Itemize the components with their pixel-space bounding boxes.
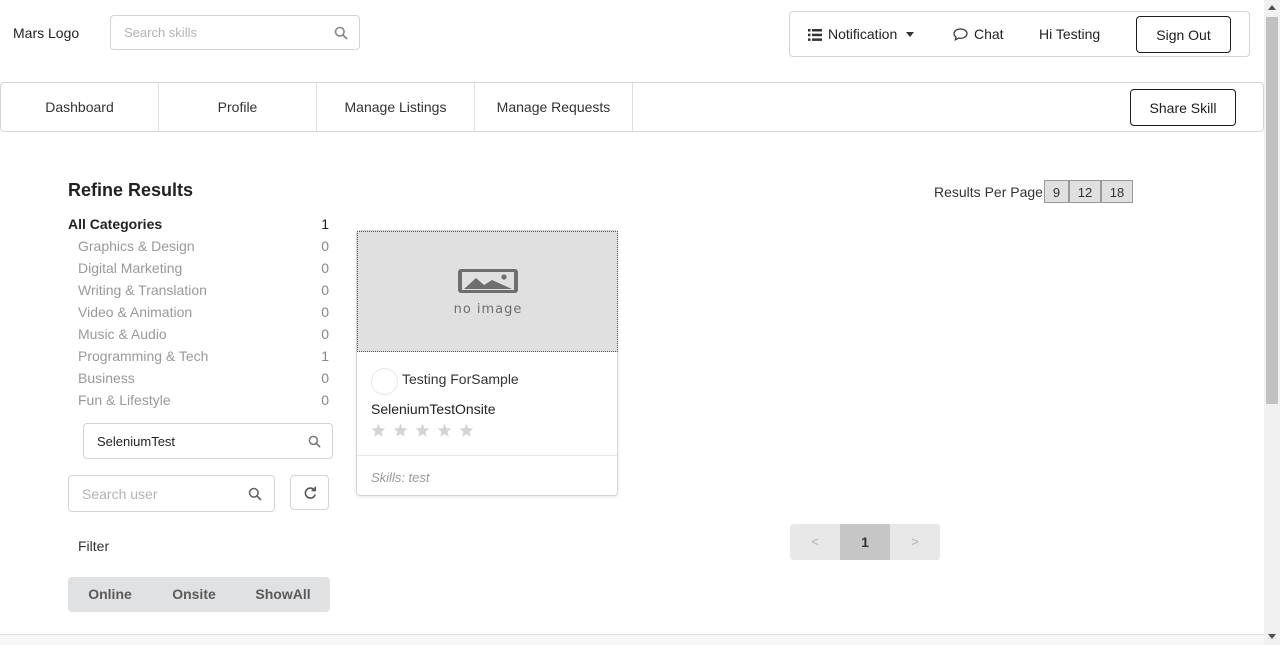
search-skills-box — [110, 15, 360, 50]
star-rating — [371, 423, 477, 439]
subcategory-search-input[interactable] — [84, 424, 294, 458]
category-name: Video & Animation — [78, 304, 193, 320]
chat-bubble-icon — [953, 28, 968, 41]
refresh-icon — [304, 486, 316, 499]
no-image-icon: no image — [454, 269, 523, 317]
vertical-scrollbar[interactable] — [1264, 0, 1280, 645]
notification-dropdown[interactable]: Notification — [808, 12, 915, 58]
category-name: Business — [78, 370, 135, 386]
top-menu: Notification Chat Hi Testing Sign Out — [789, 11, 1250, 57]
category-count: 0 — [321, 260, 329, 276]
search-icon[interactable] — [308, 435, 321, 451]
category-music-audio[interactable]: Music & Audio 0 — [68, 326, 329, 348]
main-nav: Dashboard Profile Manage Listings Manage… — [0, 82, 1264, 132]
category-name: Music & Audio — [78, 326, 167, 342]
star-icon[interactable] — [393, 423, 408, 437]
pagination: < 1 > — [790, 524, 940, 560]
mars-logo[interactable]: Mars Logo — [13, 25, 79, 41]
page-1-button[interactable]: 1 — [840, 524, 890, 560]
notification-label: Notification — [828, 26, 898, 42]
user-search-box — [68, 475, 275, 512]
filter-showall-button[interactable]: ShowAll — [236, 577, 330, 612]
avatar[interactable] — [371, 368, 398, 395]
subcategory-search-box — [83, 423, 333, 459]
category-programming-tech[interactable]: Programming & Tech 1 — [68, 348, 329, 370]
prev-page-button[interactable]: < — [790, 524, 840, 560]
category-count: 1 — [321, 216, 329, 232]
star-icon[interactable] — [459, 423, 474, 437]
search-user-input[interactable] — [69, 476, 239, 511]
chat-link[interactable]: Chat — [953, 12, 1004, 56]
category-business[interactable]: Business 0 — [68, 370, 329, 392]
per-page-18-button[interactable]: 18 — [1101, 180, 1133, 203]
search-icon[interactable] — [334, 26, 348, 40]
refresh-button[interactable] — [290, 475, 329, 510]
search-icon[interactable] — [248, 487, 262, 504]
results-per-page-label: Results Per Page : — [934, 184, 1051, 200]
tab-profile[interactable]: Profile — [159, 83, 317, 131]
per-page-9-button[interactable]: 9 — [1044, 180, 1069, 203]
category-graphics-design[interactable]: Graphics & Design 0 — [68, 238, 329, 260]
category-name: Graphics & Design — [78, 238, 195, 254]
star-icon[interactable] — [415, 423, 430, 437]
next-page-button[interactable]: > — [890, 524, 940, 560]
category-count: 1 — [321, 348, 329, 364]
tab-manage-listings[interactable]: Manage Listings — [317, 83, 475, 131]
category-name: All Categories — [68, 216, 163, 232]
scroll-up-arrow-icon[interactable] — [1268, 5, 1276, 10]
refine-results-title: Refine Results — [68, 180, 194, 200]
card-image-placeholder[interactable]: no image — [357, 231, 618, 352]
category-name: Programming & Tech — [78, 348, 209, 364]
card-divider — [357, 455, 617, 456]
category-name: Writing & Translation — [78, 282, 207, 298]
star-icon[interactable] — [371, 423, 386, 437]
card-user-name[interactable]: Testing ForSample — [402, 371, 519, 387]
category-name: Fun & Lifestyle — [78, 392, 171, 408]
sign-out-button[interactable]: Sign Out — [1136, 16, 1231, 53]
category-digital-marketing[interactable]: Digital Marketing 0 — [68, 260, 329, 282]
category-count: 0 — [321, 326, 329, 342]
card-title[interactable]: SeleniumTestOnsite — [371, 401, 496, 417]
tab-dashboard[interactable]: Dashboard — [1, 83, 159, 131]
filter-button-group: Online Onsite ShowAll — [68, 577, 330, 612]
per-page-12-button[interactable]: 12 — [1069, 180, 1101, 203]
share-skill-button[interactable]: Share Skill — [1130, 89, 1236, 126]
scroll-down-arrow-icon[interactable] — [1268, 634, 1276, 639]
user-greeting[interactable]: Hi Testing — [1039, 12, 1100, 56]
category-count: 0 — [321, 370, 329, 386]
card-skills: Skills: test — [371, 470, 430, 485]
category-count: 0 — [321, 238, 329, 254]
category-count: 0 — [321, 282, 329, 298]
tab-manage-requests[interactable]: Manage Requests — [475, 83, 633, 131]
filter-online-button[interactable]: Online — [68, 577, 152, 612]
category-count: 0 — [321, 392, 329, 408]
category-fun-lifestyle[interactable]: Fun & Lifestyle 0 — [68, 392, 329, 414]
page-bottom-edge — [0, 634, 1264, 645]
filter-onsite-button[interactable]: Onsite — [152, 577, 236, 612]
skill-card[interactable]: no image Testing ForSample SeleniumTestO… — [356, 230, 618, 496]
category-all[interactable]: All Categories 1 — [68, 216, 329, 238]
star-icon[interactable] — [437, 423, 452, 437]
filter-label: Filter — [78, 538, 110, 554]
category-count: 0 — [321, 304, 329, 320]
category-video-animation[interactable]: Video & Animation 0 — [68, 304, 329, 326]
chat-label: Chat — [974, 26, 1004, 42]
scrollbar-thumb[interactable] — [1266, 17, 1278, 404]
no-image-label: no image — [454, 302, 523, 317]
category-name: Digital Marketing — [78, 260, 183, 276]
category-writing-translation[interactable]: Writing & Translation 0 — [68, 282, 329, 304]
search-skills-input[interactable] — [111, 16, 321, 49]
list-icon — [808, 14, 822, 58]
chevron-down-icon — [906, 32, 915, 37]
